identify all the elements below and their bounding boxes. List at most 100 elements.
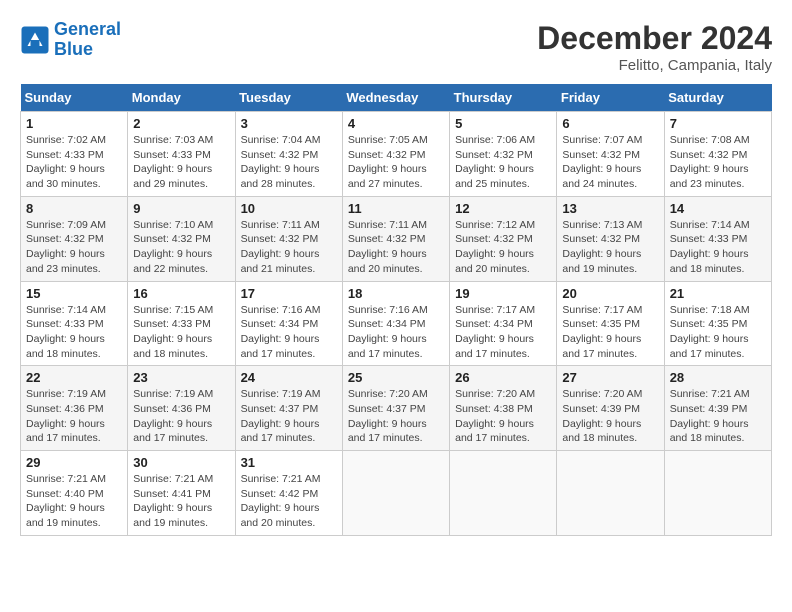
day-info: Sunrise: 7:14 AMSunset: 4:33 PMDaylight:… (26, 303, 122, 362)
calendar-cell: 22 Sunrise: 7:19 AMSunset: 4:36 PMDayligh… (21, 366, 128, 451)
calendar-cell: 14 Sunrise: 7:14 AMSunset: 4:33 PMDayligh… (664, 196, 771, 281)
day-info: Sunrise: 7:02 AMSunset: 4:33 PMDaylight:… (26, 133, 122, 192)
calendar-cell: 17 Sunrise: 7:16 AMSunset: 4:34 PMDayligh… (235, 281, 342, 366)
calendar-cell: 29Sunrise: 7:21 AMSunset: 4:40 PMDayligh… (21, 451, 128, 536)
col-header-wednesday: Wednesday (342, 84, 449, 112)
day-number: 22 (26, 370, 122, 385)
day-info: Sunrise: 7:06 AMSunset: 4:32 PMDaylight:… (455, 133, 551, 192)
day-info: Sunrise: 7:17 AMSunset: 4:35 PMDaylight:… (562, 303, 658, 362)
day-number: 15 (26, 286, 122, 301)
day-info: Sunrise: 7:16 AMSunset: 4:34 PMDaylight:… (241, 303, 337, 362)
location-subtitle: Felitto, Campania, Italy (537, 57, 772, 74)
calendar-cell: 6 Sunrise: 7:07 AMSunset: 4:32 PMDaylight… (557, 112, 664, 197)
day-number: 28 (670, 370, 766, 385)
calendar-cell: 20 Sunrise: 7:17 AMSunset: 4:35 PMDayligh… (557, 281, 664, 366)
calendar-cell: 1 Sunrise: 7:02 AMSunset: 4:33 PMDaylight… (21, 112, 128, 197)
day-number: 7 (670, 116, 766, 131)
day-info: Sunrise: 7:11 AMSunset: 4:32 PMDaylight:… (348, 218, 444, 277)
day-number: 14 (670, 201, 766, 216)
day-info: Sunrise: 7:15 AMSunset: 4:33 PMDaylight:… (133, 303, 229, 362)
calendar-cell: 30Sunrise: 7:21 AMSunset: 4:41 PMDayligh… (128, 451, 235, 536)
day-info: Sunrise: 7:19 AMSunset: 4:37 PMDaylight:… (241, 387, 337, 446)
col-header-friday: Friday (557, 84, 664, 112)
calendar-cell: 12 Sunrise: 7:12 AMSunset: 4:32 PMDayligh… (450, 196, 557, 281)
day-number: 21 (670, 286, 766, 301)
calendar-week-row: 29Sunrise: 7:21 AMSunset: 4:40 PMDayligh… (21, 451, 772, 536)
title-block: December 2024 Felitto, Campania, Italy (537, 20, 772, 74)
day-info: Sunrise: 7:08 AMSunset: 4:32 PMDaylight:… (670, 133, 766, 192)
logo-icon (20, 25, 50, 55)
day-number: 13 (562, 201, 658, 216)
day-info: Sunrise: 7:20 AMSunset: 4:39 PMDaylight:… (562, 387, 658, 446)
day-number: 4 (348, 116, 444, 131)
calendar-cell: 23Sunrise: 7:19 AMSunset: 4:36 PMDayligh… (128, 366, 235, 451)
col-header-thursday: Thursday (450, 84, 557, 112)
day-number: 25 (348, 370, 444, 385)
logo-text: General Blue (54, 20, 121, 60)
calendar-cell: 8Sunrise: 7:09 AMSunset: 4:32 PMDaylight… (21, 196, 128, 281)
day-info: Sunrise: 7:21 AMSunset: 4:41 PMDaylight:… (133, 472, 229, 531)
logo-line1: General (54, 19, 121, 39)
calendar-cell: 2Sunrise: 7:03 AMSunset: 4:33 PMDaylight… (128, 112, 235, 197)
day-info: Sunrise: 7:10 AMSunset: 4:32 PMDaylight:… (133, 218, 229, 277)
calendar-cell (664, 451, 771, 536)
day-number: 3 (241, 116, 337, 131)
calendar-cell: 28 Sunrise: 7:21 AMSunset: 4:39 PMDayligh… (664, 366, 771, 451)
day-info: Sunrise: 7:19 AMSunset: 4:36 PMDaylight:… (133, 387, 229, 446)
day-info: Sunrise: 7:21 AMSunset: 4:39 PMDaylight:… (670, 387, 766, 446)
col-header-saturday: Saturday (664, 84, 771, 112)
calendar-week-row: 8Sunrise: 7:09 AMSunset: 4:32 PMDaylight… (21, 196, 772, 281)
day-number: 6 (562, 116, 658, 131)
day-info: Sunrise: 7:17 AMSunset: 4:34 PMDaylight:… (455, 303, 551, 362)
calendar-cell: 24 Sunrise: 7:19 AMSunset: 4:37 PMDayligh… (235, 366, 342, 451)
day-number: 18 (348, 286, 444, 301)
calendar-cell: 9 Sunrise: 7:10 AMSunset: 4:32 PMDaylight… (128, 196, 235, 281)
calendar-cell: 21 Sunrise: 7:18 AMSunset: 4:35 PMDayligh… (664, 281, 771, 366)
day-number: 12 (455, 201, 551, 216)
calendar-cell (342, 451, 449, 536)
calendar-cell: 26Sunrise: 7:20 AMSunset: 4:38 PMDayligh… (450, 366, 557, 451)
day-info: Sunrise: 7:13 AMSunset: 4:32 PMDaylight:… (562, 218, 658, 277)
day-number: 11 (348, 201, 444, 216)
calendar-cell: 16Sunrise: 7:15 AMSunset: 4:33 PMDayligh… (128, 281, 235, 366)
calendar-cell (450, 451, 557, 536)
day-number: 2 (133, 116, 229, 131)
day-number: 10 (241, 201, 337, 216)
day-info: Sunrise: 7:11 AMSunset: 4:32 PMDaylight:… (241, 218, 337, 277)
calendar-cell: 18 Sunrise: 7:16 AMSunset: 4:34 PMDayligh… (342, 281, 449, 366)
calendar-table: SundayMondayTuesdayWednesdayThursdayFrid… (20, 84, 772, 536)
day-number: 31 (241, 455, 337, 470)
day-info: Sunrise: 7:18 AMSunset: 4:35 PMDaylight:… (670, 303, 766, 362)
day-number: 1 (26, 116, 122, 131)
day-info: Sunrise: 7:07 AMSunset: 4:32 PMDaylight:… (562, 133, 658, 192)
day-number: 5 (455, 116, 551, 131)
day-info: Sunrise: 7:19 AMSunset: 4:36 PMDaylight:… (26, 387, 122, 446)
page-header: General Blue December 2024 Felitto, Camp… (20, 20, 772, 74)
calendar-cell: 13 Sunrise: 7:13 AMSunset: 4:32 PMDayligh… (557, 196, 664, 281)
day-info: Sunrise: 7:14 AMSunset: 4:33 PMDaylight:… (670, 218, 766, 277)
day-number: 17 (241, 286, 337, 301)
calendar-cell: 25 Sunrise: 7:20 AMSunset: 4:37 PMDayligh… (342, 366, 449, 451)
calendar-cell: 19Sunrise: 7:17 AMSunset: 4:34 PMDayligh… (450, 281, 557, 366)
day-info: Sunrise: 7:16 AMSunset: 4:34 PMDaylight:… (348, 303, 444, 362)
day-info: Sunrise: 7:12 AMSunset: 4:32 PMDaylight:… (455, 218, 551, 277)
col-header-monday: Monday (128, 84, 235, 112)
day-number: 24 (241, 370, 337, 385)
day-number: 27 (562, 370, 658, 385)
day-number: 9 (133, 201, 229, 216)
day-info: Sunrise: 7:20 AMSunset: 4:38 PMDaylight:… (455, 387, 551, 446)
calendar-cell: 15 Sunrise: 7:14 AMSunset: 4:33 PMDayligh… (21, 281, 128, 366)
day-number: 20 (562, 286, 658, 301)
day-number: 29 (26, 455, 122, 470)
day-info: Sunrise: 7:05 AMSunset: 4:32 PMDaylight:… (348, 133, 444, 192)
calendar-cell: 27 Sunrise: 7:20 AMSunset: 4:39 PMDayligh… (557, 366, 664, 451)
day-info: Sunrise: 7:20 AMSunset: 4:37 PMDaylight:… (348, 387, 444, 446)
calendar-cell: 10 Sunrise: 7:11 AMSunset: 4:32 PMDayligh… (235, 196, 342, 281)
calendar-week-row: 15 Sunrise: 7:14 AMSunset: 4:33 PMDayligh… (21, 281, 772, 366)
calendar-cell (557, 451, 664, 536)
col-header-tuesday: Tuesday (235, 84, 342, 112)
col-header-sunday: Sunday (21, 84, 128, 112)
calendar-cell: 4 Sunrise: 7:05 AMSunset: 4:32 PMDaylight… (342, 112, 449, 197)
calendar-cell: 5 Sunrise: 7:06 AMSunset: 4:32 PMDaylight… (450, 112, 557, 197)
calendar-cell: 7 Sunrise: 7:08 AMSunset: 4:32 PMDaylight… (664, 112, 771, 197)
